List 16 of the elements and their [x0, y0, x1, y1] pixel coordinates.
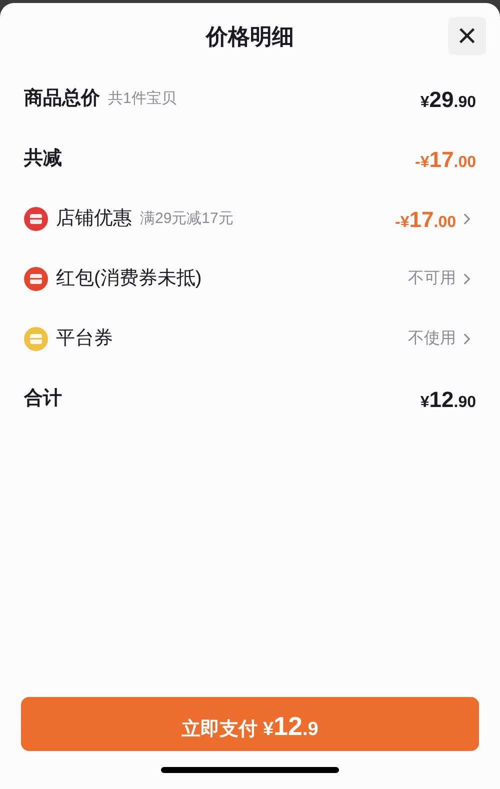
price-text: ¥29.90: [420, 86, 476, 114]
row-value: 不使用: [408, 329, 456, 349]
row-label: 商品总价: [24, 86, 100, 111]
row-label: 红包(消费券未抵): [56, 266, 202, 291]
row-label: 合计: [24, 386, 62, 411]
row-label: 共减: [24, 146, 62, 171]
price-text: -¥17.00: [395, 206, 456, 234]
row-value: 不可用: [408, 269, 456, 289]
sheet-title: 价格明细: [206, 22, 294, 50]
row-note: 共1件宝贝: [108, 88, 176, 109]
close-button[interactable]: ×: [448, 17, 486, 55]
price-text: -¥17.00: [415, 146, 476, 174]
row-label: 平台券: [56, 326, 113, 351]
row-note: 满29元减17元: [140, 208, 234, 229]
row-label: 店铺优惠: [56, 206, 132, 231]
price-text: ¥12.90: [420, 386, 476, 414]
